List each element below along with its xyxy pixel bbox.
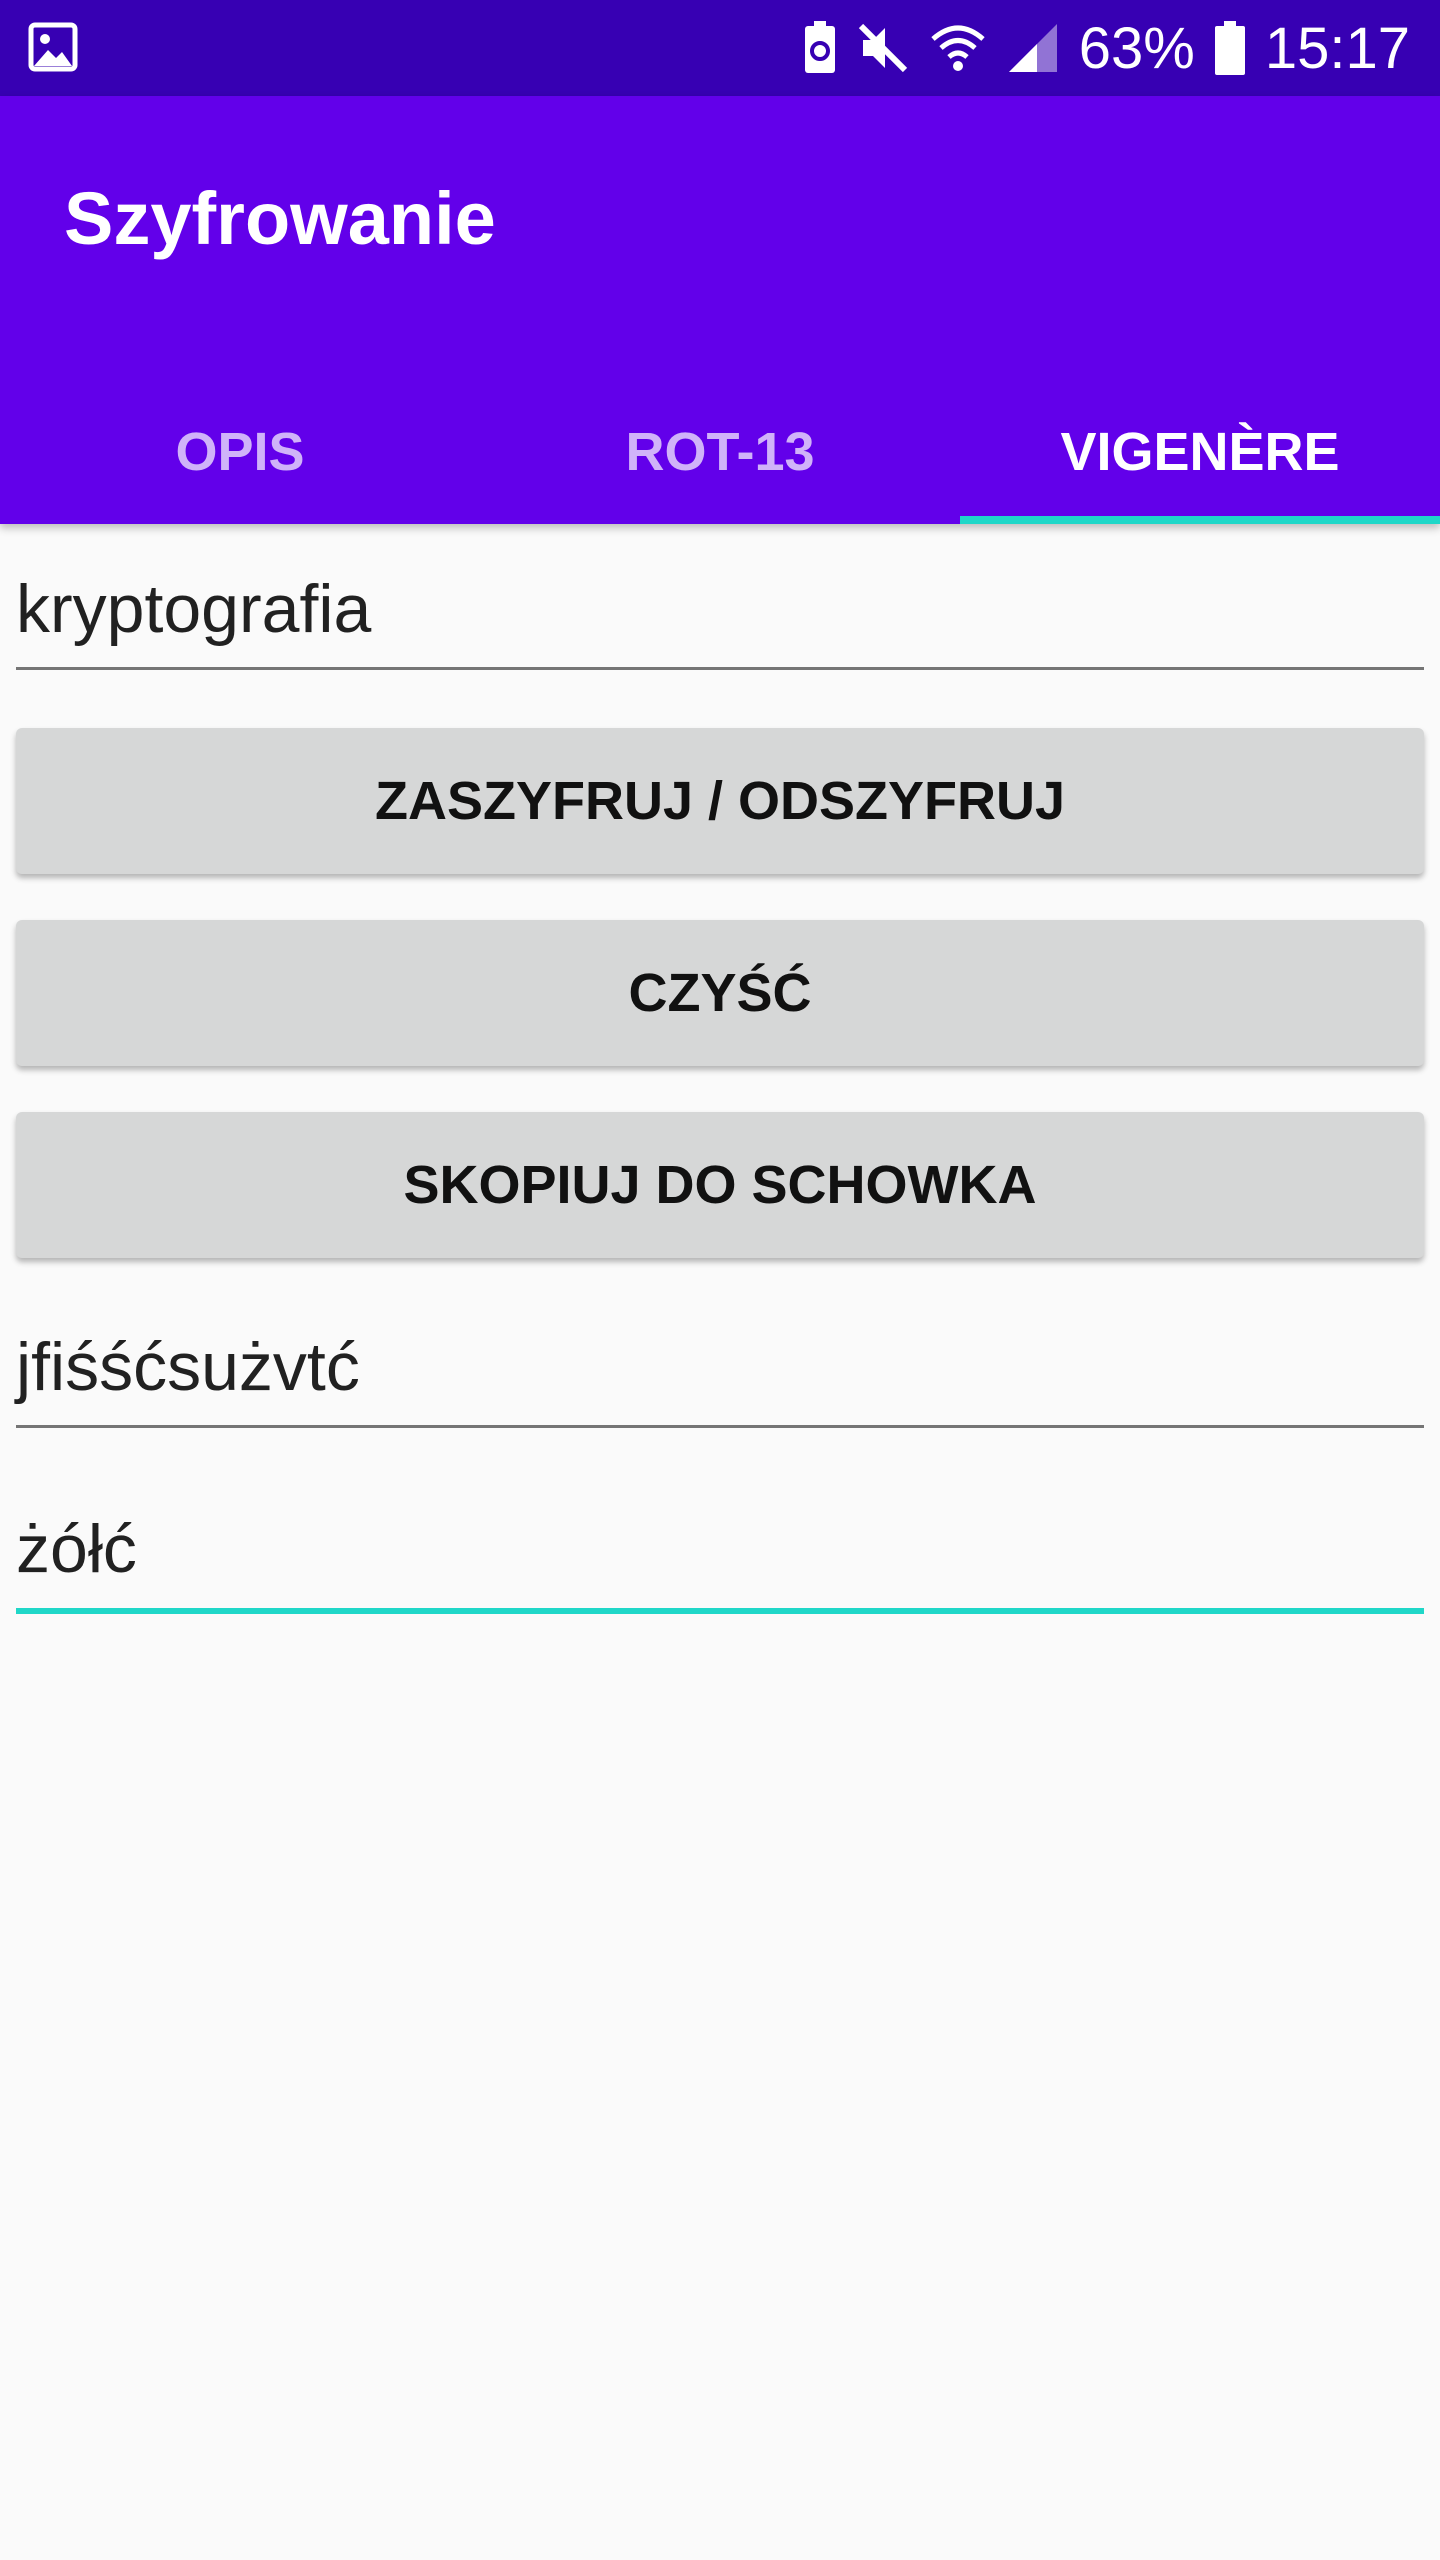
app-title: Szyfrowanie: [64, 177, 496, 260]
gallery-icon: [28, 22, 78, 77]
battery-saver-icon: [803, 21, 837, 75]
battery-icon: [1214, 21, 1245, 75]
tab-bar: OPIS ROT-13 VIGENÈRE: [0, 380, 1440, 524]
wifi-icon: [929, 21, 987, 75]
battery-percent: 63%: [1078, 15, 1195, 81]
output-field[interactable]: jfiśśćsużvtć: [16, 1328, 1424, 1428]
tab-opis[interactable]: OPIS: [0, 380, 480, 524]
key-input[interactable]: żółć: [16, 1510, 1424, 1614]
encrypt-decrypt-button[interactable]: ZASZYFRUJ / ODSZYFRUJ: [16, 728, 1424, 874]
tab-vigenere[interactable]: VIGENÈRE: [960, 380, 1440, 524]
tab-rot13[interactable]: ROT-13: [480, 380, 960, 524]
mute-icon: [857, 22, 909, 74]
signal-icon: [1007, 22, 1059, 74]
app-bar: Szyfrowanie OPIS ROT-13 VIGENÈRE: [0, 96, 1440, 524]
clear-button[interactable]: CZYŚĆ: [16, 920, 1424, 1066]
plaintext-input[interactable]: kryptografia: [16, 570, 1424, 670]
clock: 15:17: [1264, 15, 1410, 81]
status-bar: 63% 15:17: [0, 0, 1440, 96]
copy-to-clipboard-button[interactable]: SKOPIUJ DO SCHOWKA: [16, 1112, 1424, 1258]
